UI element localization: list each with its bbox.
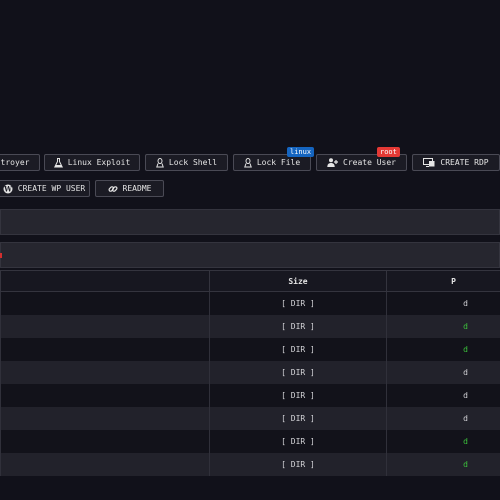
create-user-button[interactable]: root Create User — [316, 147, 407, 171]
name-cell[interactable] — [0, 407, 210, 430]
table-row[interactable]: [ DIR ] d — [0, 315, 500, 338]
table-row[interactable]: [ DIR ] d — [0, 453, 500, 476]
readme-button[interactable]: README — [95, 180, 164, 197]
column-header-name[interactable] — [0, 270, 210, 292]
name-cell[interactable] — [0, 338, 210, 361]
permission-value: d — [463, 322, 468, 331]
table-header-row: Size P — [0, 270, 500, 292]
file-table: Size P [ DIR ] d [ DIR ] d [ DIR ] d [ D… — [0, 270, 500, 476]
table-row[interactable]: [ DIR ] d — [0, 361, 500, 384]
user-plus-icon — [327, 158, 338, 167]
name-cell[interactable] — [0, 453, 210, 476]
create-wp-user-label: CREATE WP USER — [17, 184, 86, 193]
lock-file-button[interactable]: linux Lock File — [233, 147, 315, 171]
name-cell[interactable] — [0, 430, 210, 453]
column-header-size[interactable]: Size — [209, 270, 387, 292]
name-cell[interactable] — [0, 361, 210, 384]
size-cell: [ DIR ] — [209, 315, 387, 338]
destroyer-label: troyer — [0, 158, 30, 167]
permission-cell[interactable]: d — [386, 384, 500, 407]
readme-label: README — [122, 184, 152, 193]
monitor-icon — [423, 158, 435, 167]
table-row[interactable]: [ DIR ] d — [0, 384, 500, 407]
permission-value: d — [463, 391, 468, 400]
permission-value: d — [463, 299, 468, 308]
permission-cell[interactable]: d — [386, 453, 500, 476]
destroyer-button[interactable]: troyer — [0, 154, 40, 171]
linux-badge: linux — [287, 147, 315, 157]
table-row[interactable]: [ DIR ] d — [0, 407, 500, 430]
size-cell: [ DIR ] — [209, 361, 387, 384]
wordpress-icon: W — [3, 184, 13, 194]
permission-value: d — [463, 368, 468, 377]
flask-icon — [53, 157, 63, 168]
error-indicator — [0, 253, 2, 258]
linux-tux-icon — [156, 157, 164, 168]
size-cell: [ DIR ] — [209, 338, 387, 361]
permission-value: d — [463, 437, 468, 446]
linux-exploit-label: Linux Exploit — [67, 158, 131, 167]
size-cell: [ DIR ] — [209, 384, 387, 407]
root-badge: root — [377, 147, 400, 157]
linux-tux-icon — [243, 157, 252, 168]
name-cell[interactable] — [0, 384, 210, 407]
name-cell[interactable] — [0, 315, 210, 338]
path-bar[interactable] — [0, 209, 500, 235]
command-bar[interactable] — [0, 242, 500, 268]
table-row[interactable]: [ DIR ] d — [0, 338, 500, 361]
column-header-permissions[interactable]: P — [386, 270, 500, 292]
permission-cell[interactable]: d — [386, 407, 500, 430]
permission-cell[interactable]: d — [386, 430, 500, 453]
permission-value: d — [463, 414, 468, 423]
lock-shell-button[interactable]: Lock Shell — [145, 154, 228, 171]
create-rdp-label: CREATE RDP — [440, 158, 489, 167]
link-icon — [108, 184, 118, 194]
size-cell: [ DIR ] — [209, 453, 387, 476]
permission-cell[interactable]: d — [386, 338, 500, 361]
size-cell: [ DIR ] — [209, 407, 387, 430]
permission-value: d — [463, 345, 468, 354]
permission-cell[interactable]: d — [386, 361, 500, 384]
svg-text:W: W — [3, 184, 12, 193]
size-cell: [ DIR ] — [209, 291, 387, 315]
permission-cell[interactable]: d — [386, 315, 500, 338]
permission-cell[interactable]: d — [386, 291, 500, 315]
linux-exploit-button[interactable]: Linux Exploit — [44, 154, 140, 171]
create-wp-user-button[interactable]: W CREATE WP USER — [0, 180, 90, 197]
name-cell[interactable] — [0, 291, 210, 315]
lock-file-label: Lock File — [256, 158, 301, 167]
create-rdp-button[interactable]: CREATE RDP — [412, 154, 500, 171]
create-user-label: Create User — [343, 158, 396, 167]
table-row[interactable]: [ DIR ] d — [0, 291, 500, 315]
table-row[interactable]: [ DIR ] d — [0, 430, 500, 453]
size-cell: [ DIR ] — [209, 430, 387, 453]
permission-value: d — [463, 460, 468, 469]
lock-shell-label: Lock Shell — [168, 158, 218, 167]
